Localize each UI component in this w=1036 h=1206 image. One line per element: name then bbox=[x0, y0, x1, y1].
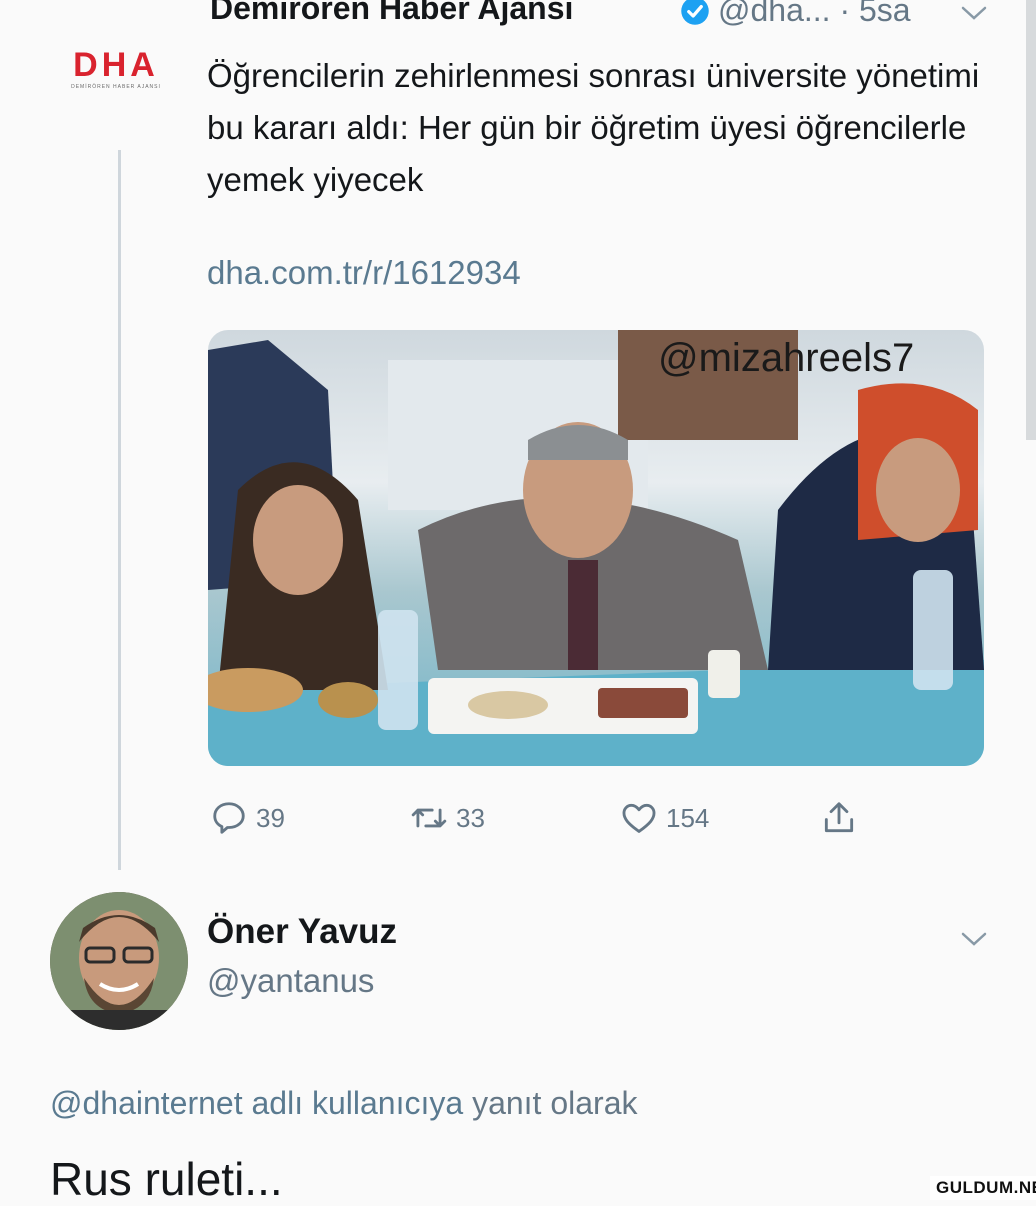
reply-author-name[interactable]: Öner Yavuz bbox=[207, 912, 397, 952]
reply-avatar[interactable] bbox=[50, 892, 188, 1030]
like-action[interactable]: 154 bbox=[620, 798, 709, 838]
photo-watermark: @mizahreels7 bbox=[658, 336, 915, 380]
replying-to-suffix: yanıt olarak bbox=[463, 1085, 638, 1121]
reply-author-handle[interactable]: @yantanus bbox=[207, 962, 374, 1000]
reply-action[interactable]: 39 bbox=[210, 798, 285, 838]
original-handle-time[interactable]: @dha... · 5sa bbox=[718, 0, 911, 29]
reply-count: 39 bbox=[256, 802, 285, 833]
site-watermark: GULDUM.NET bbox=[930, 1176, 1036, 1200]
chevron-down-icon[interactable] bbox=[960, 930, 988, 948]
like-icon bbox=[622, 803, 656, 833]
retweet-count: 33 bbox=[456, 802, 485, 833]
logo-subtext: DEMİRÖREN HABER AJANSI bbox=[71, 83, 161, 90]
retweet-icon bbox=[411, 808, 447, 828]
tweet-text: Öğrencilerin zehirlenmesi sonrası üniver… bbox=[207, 57, 980, 198]
original-handle[interactable]: @dha... bbox=[718, 0, 831, 28]
original-time: · 5sa bbox=[839, 0, 911, 28]
logo-text: DHA bbox=[73, 46, 159, 84]
chevron-down-icon[interactable] bbox=[960, 4, 988, 22]
replying-to-line: @dhainternet adlı kullanıcıya yanıt olar… bbox=[50, 1085, 637, 1122]
like-count: 154 bbox=[666, 802, 710, 833]
share-action[interactable] bbox=[820, 798, 858, 838]
scrollbar[interactable] bbox=[1026, 0, 1036, 440]
original-author-name[interactable]: Demirören Haber Ajansı bbox=[210, 0, 573, 27]
tweet-photo[interactable] bbox=[208, 330, 984, 766]
replying-to-mention[interactable]: @dhainternet adlı kullanıcıya bbox=[50, 1085, 463, 1121]
thread-connector-line bbox=[118, 150, 121, 870]
reply-icon bbox=[213, 802, 245, 834]
share-icon bbox=[824, 802, 854, 833]
dha-logo[interactable]: DHA DEMİRÖREN HABER AJANSI bbox=[50, 46, 182, 90]
verified-badge-icon bbox=[681, 0, 709, 25]
retweet-action[interactable]: 33 bbox=[410, 798, 485, 838]
reply-text: Rus ruleti... bbox=[50, 1153, 283, 1205]
tweet-link[interactable]: dha.com.tr/r/1612934 bbox=[207, 254, 521, 292]
